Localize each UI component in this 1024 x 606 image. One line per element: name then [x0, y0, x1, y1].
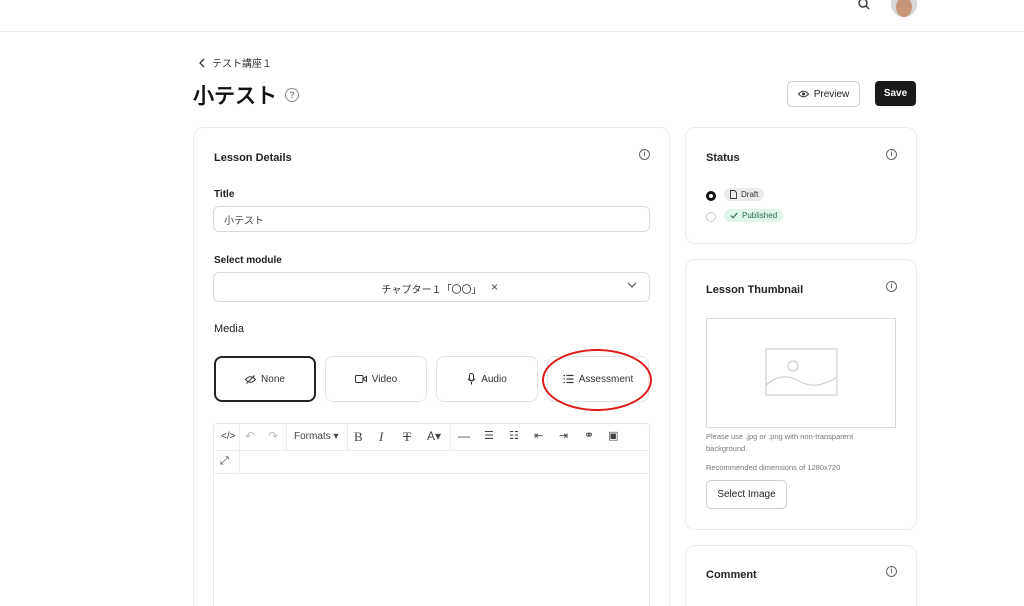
- eye-off-icon: [245, 374, 257, 384]
- lesson-details-card: Lesson Details i Title Select module チャプ…: [193, 127, 670, 606]
- select-image-button[interactable]: Select Image: [706, 480, 787, 509]
- lesson-thumbnail-heading: Lesson Thumbnail: [706, 284, 804, 296]
- info-icon[interactable]: i: [886, 566, 897, 577]
- module-label: Select module: [214, 255, 282, 266]
- image-placeholder-icon: [765, 348, 838, 396]
- numbered-list-icon[interactable]: ☷: [509, 429, 519, 442]
- close-icon[interactable]: ×: [491, 280, 498, 294]
- comment-card: Comment i: [685, 545, 917, 606]
- preview-label: Preview: [813, 88, 850, 100]
- preview-button[interactable]: Preview: [787, 81, 860, 107]
- bullet-list-icon[interactable]: ☰: [484, 429, 494, 442]
- code-icon[interactable]: </>: [221, 431, 235, 442]
- breadcrumb-label: テスト講座１: [212, 59, 272, 70]
- strikethrough-icon[interactable]: T: [403, 429, 411, 445]
- status-card: Status i Draft Published: [685, 127, 917, 244]
- media-option-assessment[interactable]: Assessment: [547, 356, 649, 402]
- media-label: Media: [214, 323, 244, 335]
- undo-icon[interactable]: ↶: [245, 429, 255, 443]
- chevron-left-icon: [199, 58, 205, 67]
- indent-icon[interactable]: ⇥: [559, 429, 568, 442]
- top-bar: [0, 0, 1024, 32]
- formats-label: Formats: [294, 431, 331, 442]
- status-radio-published[interactable]: [706, 212, 716, 222]
- title-label: Title: [214, 189, 235, 200]
- avatar[interactable]: [891, 0, 917, 17]
- media-option-video[interactable]: Video: [325, 356, 427, 402]
- text-color-icon[interactable]: A▾: [427, 429, 441, 443]
- info-icon[interactable]: i: [639, 149, 650, 160]
- status-heading: Status: [706, 152, 740, 164]
- page-title: 小テスト: [193, 85, 277, 108]
- title-input[interactable]: [213, 206, 650, 232]
- media-option-label: Audio: [481, 373, 507, 385]
- editor-toolbar: </> ↶ ↷ Formats ▾ B I T A▾ — ☰ ☷ ⇤ ⇥ ⚭ ▣…: [214, 424, 649, 474]
- thumbnail-preview[interactable]: [706, 318, 896, 428]
- status-radio-draft[interactable]: [706, 191, 716, 201]
- page-title-row: 小テスト ?: [193, 80, 299, 110]
- image-icon[interactable]: ▣: [608, 429, 618, 442]
- thumbnail-hint: Please use .jpg or .png with non-transpa…: [706, 432, 854, 453]
- search-icon[interactable]: [855, 0, 873, 14]
- media-option-label: None: [261, 373, 285, 385]
- info-icon[interactable]: i: [886, 149, 897, 160]
- bold-icon[interactable]: B: [354, 429, 363, 445]
- list-icon: [563, 374, 574, 384]
- link-icon[interactable]: ⚭: [584, 428, 594, 442]
- media-option-label: Video: [371, 373, 398, 385]
- redo-icon[interactable]: ↷: [268, 429, 278, 443]
- rich-text-editor[interactable]: </> ↶ ↷ Formats ▾ B I T A▾ — ☰ ☷ ⇤ ⇥ ⚭ ▣…: [213, 423, 650, 606]
- fullscreen-icon[interactable]: ⤢: [220, 455, 229, 468]
- video-icon: [354, 375, 367, 383]
- save-button[interactable]: Save: [875, 81, 916, 106]
- lesson-details-heading: Lesson Details: [214, 152, 292, 164]
- comment-heading: Comment: [706, 569, 757, 581]
- formats-dropdown[interactable]: Formats ▾: [294, 431, 338, 442]
- file-icon: [730, 190, 737, 199]
- status-badge-published: Published: [724, 209, 784, 222]
- info-icon[interactable]: i: [886, 281, 897, 292]
- media-option-audio[interactable]: Audio: [436, 356, 538, 402]
- eye-icon: [797, 90, 809, 98]
- media-option-label: Assessment: [578, 373, 634, 385]
- media-option-none[interactable]: None: [214, 356, 316, 402]
- breadcrumb[interactable]: テスト講座１: [199, 55, 272, 70]
- outdent-icon[interactable]: ⇤: [534, 429, 543, 442]
- italic-icon[interactable]: I: [379, 429, 383, 445]
- check-icon: [730, 212, 738, 219]
- module-select[interactable]: チャプター１「〇〇」 ×: [213, 272, 650, 302]
- status-label: Draft: [741, 190, 759, 199]
- horizontal-rule-icon[interactable]: —: [458, 429, 470, 443]
- help-icon[interactable]: ?: [285, 88, 299, 102]
- status-label: Published: [742, 211, 778, 220]
- thumbnail-dimensions: Recommended dimensions of 1280x720: [706, 463, 841, 472]
- module-select-value: チャプター１「〇〇」: [381, 285, 482, 296]
- mic-icon: [467, 373, 476, 385]
- chevron-down-icon: [627, 282, 637, 288]
- lesson-thumbnail-card: Lesson Thumbnail i Please use .jpg or .p…: [685, 259, 917, 530]
- status-badge-draft: Draft: [724, 188, 765, 201]
